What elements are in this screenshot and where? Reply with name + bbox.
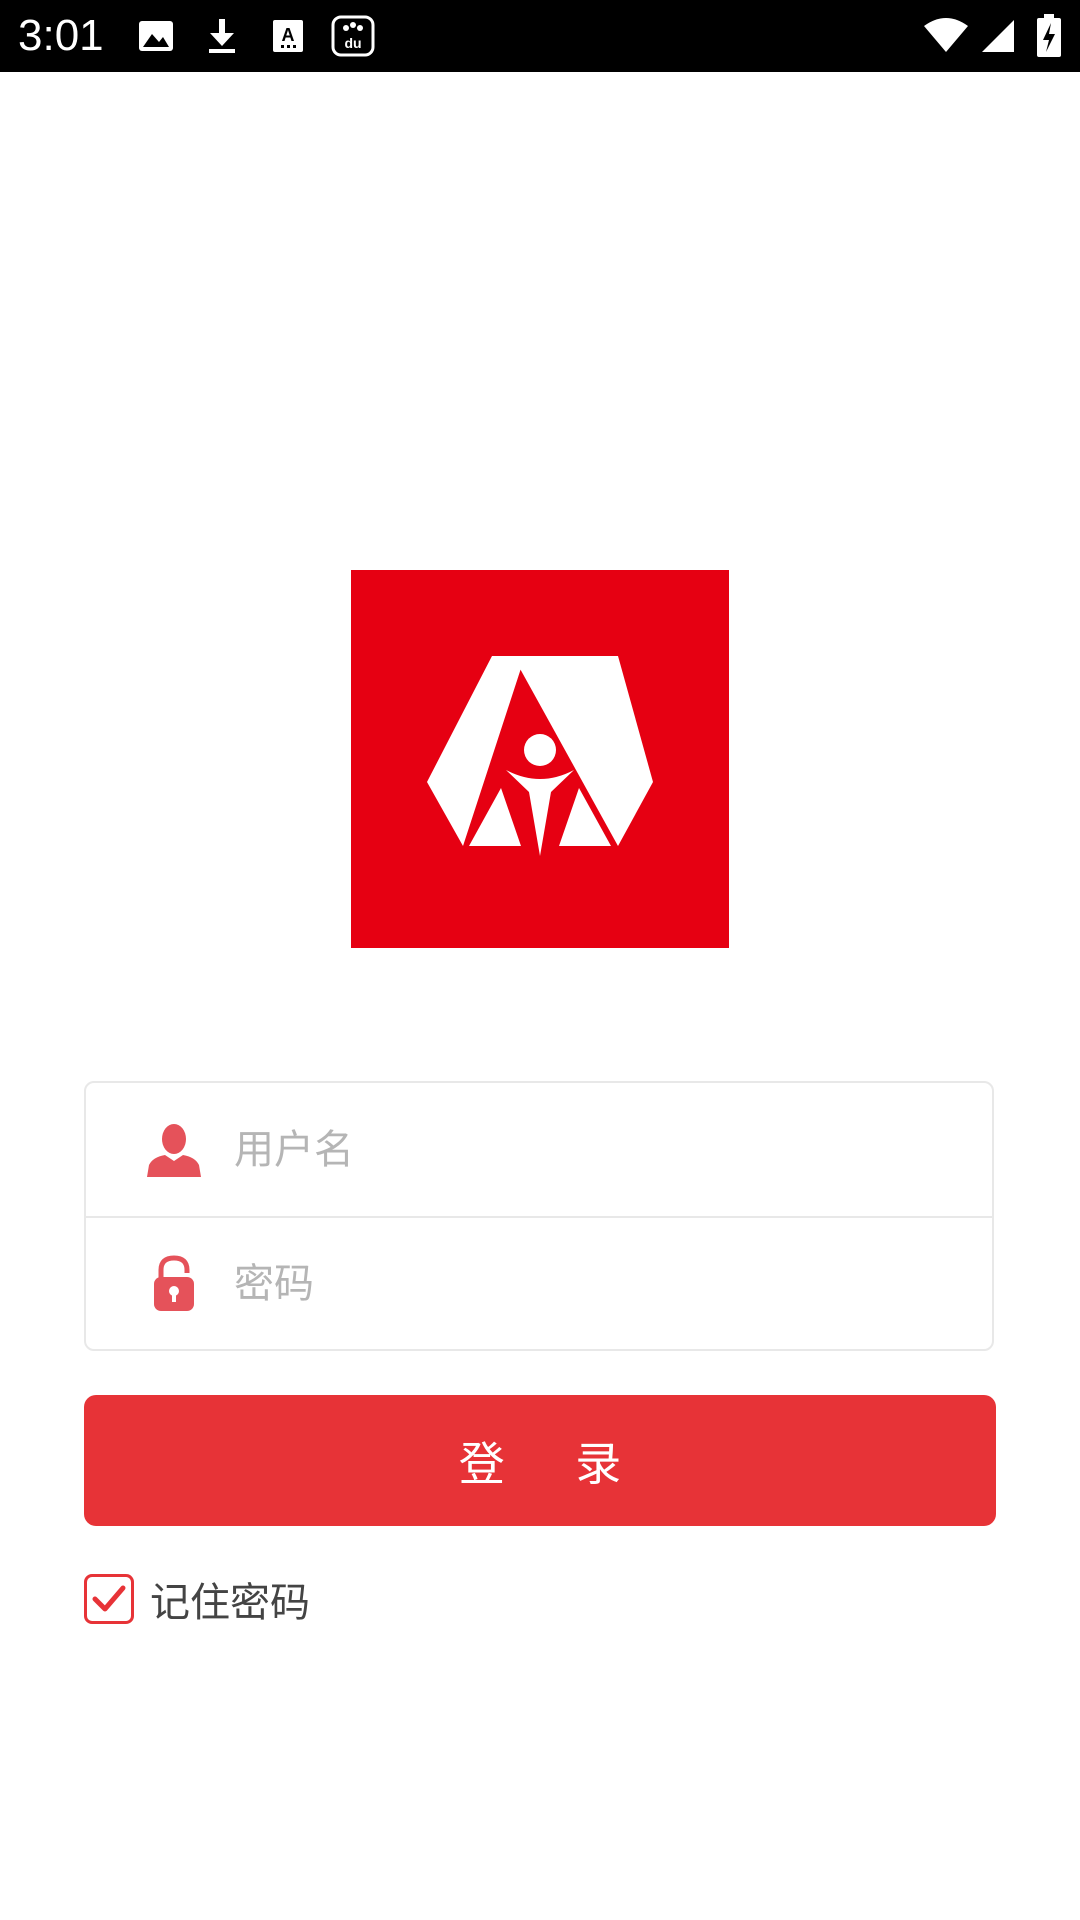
status-time: 3:01 [18,11,104,60]
remember-label: 记住密码 [150,1580,310,1626]
password-row [86,1217,992,1351]
image-icon [136,14,176,58]
remember-password[interactable]: 记住密码 [84,1571,310,1627]
username-input[interactable] [234,1110,934,1190]
svg-text:du: du [344,35,361,51]
wifi-icon [922,14,970,58]
download-icon [202,14,242,58]
login-form [84,1081,994,1351]
baidu-icon: du [330,14,376,58]
signal-icon [978,14,1018,58]
login-button[interactable]: 登 录 [84,1395,996,1526]
lock-icon [144,1254,204,1314]
user-icon [144,1120,204,1180]
username-row [86,1083,992,1217]
remember-checkbox[interactable] [84,1574,134,1624]
battery-charging-icon [1034,14,1064,58]
password-input[interactable] [234,1244,934,1324]
app-logo [351,570,729,948]
status-bar: 3:01 A du [0,0,1080,72]
font-icon: A [268,14,308,58]
svg-text:A: A [282,25,295,45]
check-icon [92,1585,126,1612]
